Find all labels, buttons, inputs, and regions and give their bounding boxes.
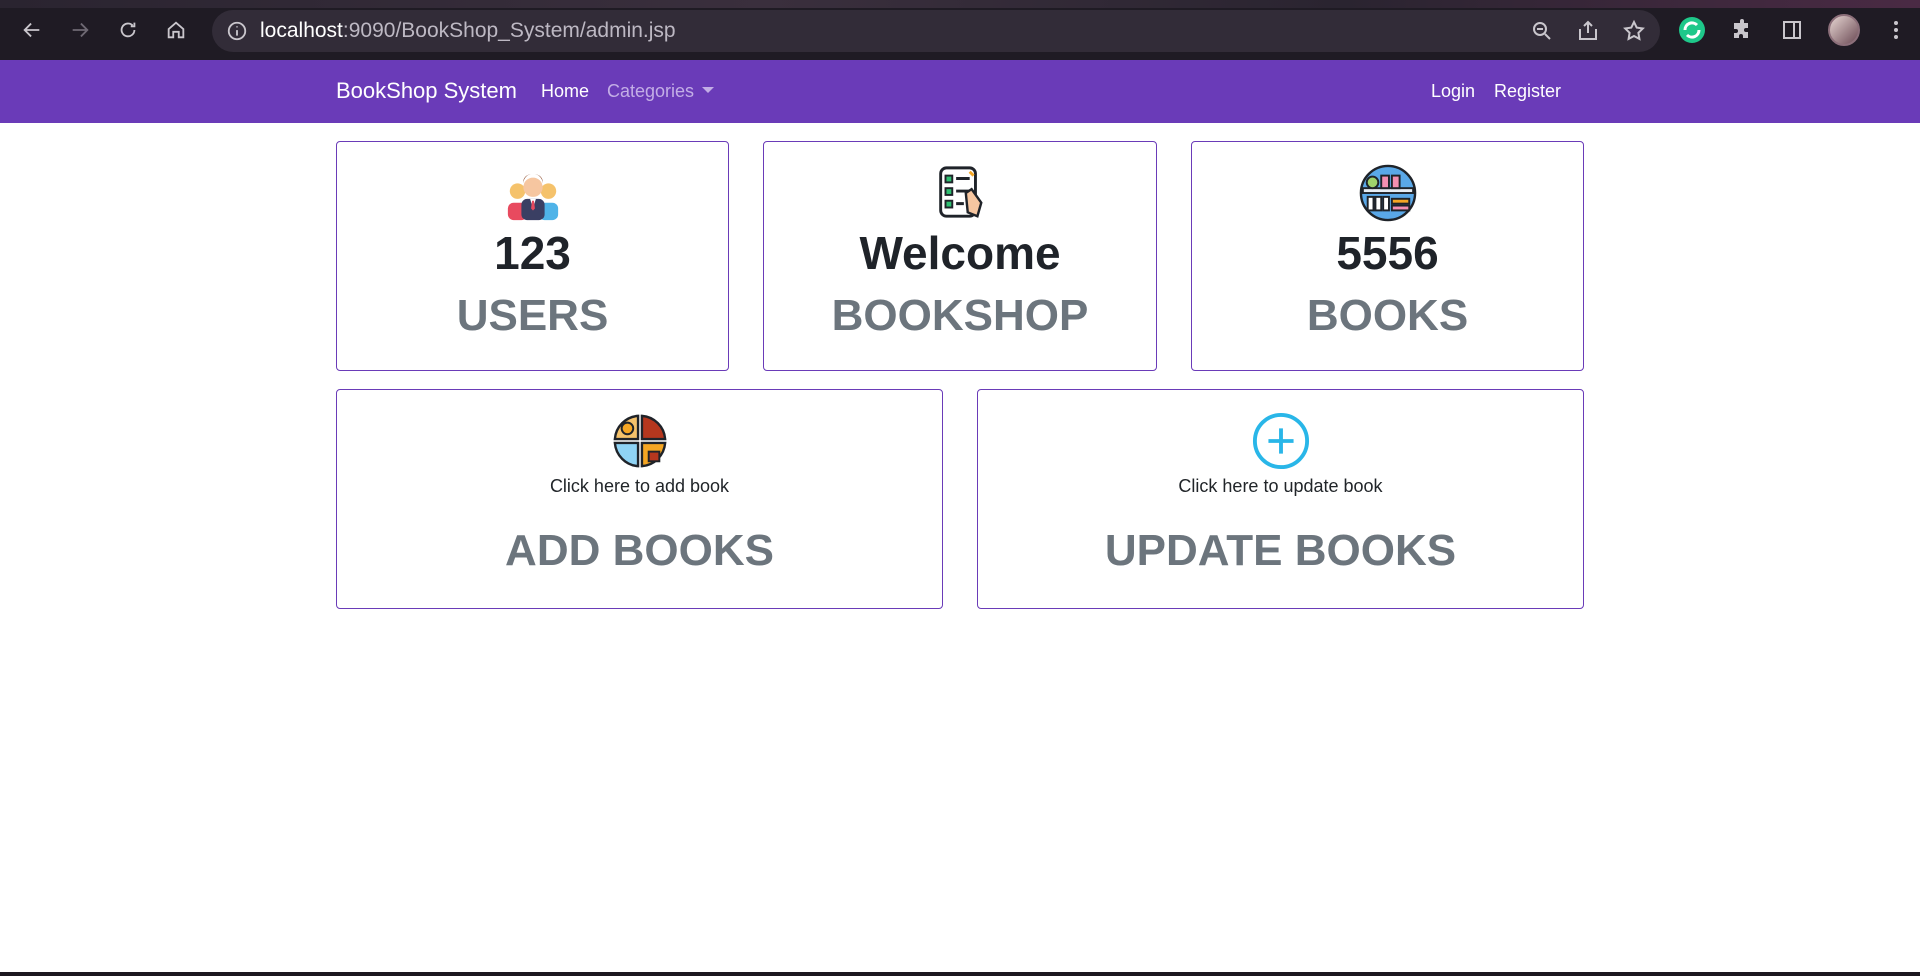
side-panel-icon[interactable] [1778, 16, 1806, 44]
bookshelf-icon [1359, 164, 1417, 222]
site-info-icon[interactable] [226, 20, 248, 42]
url-path: :9090/BookShop_System/admin.jsp [342, 19, 676, 42]
update-books-card[interactable]: Click here to update book UPDATE BOOKS [977, 389, 1584, 609]
books-count: 5556 [1336, 227, 1439, 279]
url-host: localhost [260, 19, 343, 42]
profile-avatar[interactable] [1828, 14, 1860, 46]
nav-home-link[interactable]: Home [541, 81, 589, 102]
menu-dots-icon[interactable] [1882, 16, 1910, 44]
plus-circle-icon [1252, 412, 1310, 470]
bookmark-star-icon[interactable] [1622, 19, 1646, 48]
checklist-icon [931, 164, 989, 222]
bookshop-label: BOOKSHOP [831, 291, 1089, 340]
books-card[interactable]: 5556 BOOKS [1191, 141, 1584, 371]
add-books-description: Click here to add book [549, 476, 730, 496]
users-label: USERS [456, 291, 609, 340]
nav-register-link[interactable]: Register [1494, 81, 1561, 102]
users-count: 123 [494, 227, 571, 279]
books-label: BOOKS [1306, 291, 1469, 340]
nav-categories-dropdown[interactable]: Categories [607, 81, 715, 102]
commerce-icon [611, 412, 669, 470]
nav-login-link[interactable]: Login [1431, 81, 1475, 102]
brand-link[interactable]: BookShop System [336, 78, 517, 104]
zoom-icon[interactable] [1530, 19, 1554, 48]
forward-icon[interactable] [64, 14, 96, 46]
extension-sync-icon[interactable] [1678, 16, 1706, 44]
browser-chrome: localhost:9090/BookShop_System/admin.jsp [0, 0, 1920, 60]
home-icon[interactable] [160, 14, 192, 46]
reload-icon[interactable] [112, 14, 144, 46]
users-card[interactable]: 123 USERS [336, 141, 729, 371]
users-icon [504, 166, 562, 224]
bottom-scrollbar[interactable] [0, 972, 1920, 976]
caret-down-icon [702, 87, 715, 94]
update-books-description: Click here to update book [1178, 476, 1383, 496]
welcome-card: Welcome BOOKSHOP [763, 141, 1157, 371]
update-books-label: UPDATE BOOKS [1104, 526, 1457, 575]
address-bar[interactable]: localhost:9090/BookShop_System/admin.jsp [212, 10, 1660, 52]
share-icon[interactable] [1576, 19, 1600, 48]
nav-categories-label: Categories [607, 81, 695, 101]
add-books-card[interactable]: Click here to add book ADD BOOKS [336, 389, 943, 609]
welcome-heading: Welcome [859, 227, 1061, 279]
tab-strip [0, 0, 1920, 8]
puzzle-icon[interactable] [1728, 16, 1756, 44]
url-text[interactable]: localhost:9090/BookShop_System/admin.jsp [260, 19, 676, 43]
site-navbar: BookShop System Home Categories Login Re… [0, 60, 1920, 123]
add-books-label: ADD BOOKS [505, 526, 774, 575]
back-icon[interactable] [16, 14, 48, 46]
